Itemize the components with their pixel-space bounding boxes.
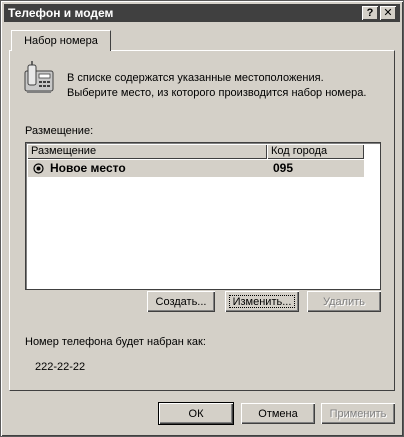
delete-button[interactable]: Удалить (307, 291, 381, 312)
radio-selected-icon (33, 163, 44, 174)
ok-button[interactable]: ОК (159, 403, 233, 424)
apply-button[interactable]: Применить (321, 403, 395, 424)
create-button[interactable]: Создать... (147, 291, 215, 312)
locations-label: Размещение: (25, 125, 94, 137)
description-line-2: Выберите место, из которого производится… (67, 87, 367, 99)
cancel-button[interactable]: Отмена (241, 403, 315, 424)
column-header-location[interactable]: Размещение (27, 144, 267, 159)
edit-button[interactable]: Изменить... (225, 291, 299, 312)
dial-number: 222-22-22 (35, 361, 86, 373)
list-header: Размещение Код города (26, 143, 380, 159)
column-header-area-code[interactable]: Код города (267, 144, 364, 159)
window-title: Телефон и модем (8, 6, 114, 20)
close-button[interactable]: ✕ (380, 6, 396, 20)
telephone-icon (24, 61, 54, 93)
location-name: Новое место (50, 161, 126, 175)
location-area-code: 095 (273, 161, 294, 175)
description-line-1: В списке содержатся указанные местополож… (67, 72, 324, 84)
description-text: В списке содержатся указанные местополож… (67, 71, 387, 101)
tab-dialing[interactable]: Набор номера (11, 30, 111, 51)
dialog-window: Телефон и модем ? ✕ Набор номера В списк… (0, 0, 404, 437)
locations-list[interactable]: Размещение Код города Новое место 095 (25, 142, 381, 290)
dial-label: Номер телефона будет набран как: (25, 336, 206, 348)
help-button[interactable]: ? (362, 6, 378, 20)
title-bar[interactable]: Телефон и модем ? ✕ (4, 4, 400, 22)
table-row[interactable]: Новое место 095 (28, 160, 364, 177)
